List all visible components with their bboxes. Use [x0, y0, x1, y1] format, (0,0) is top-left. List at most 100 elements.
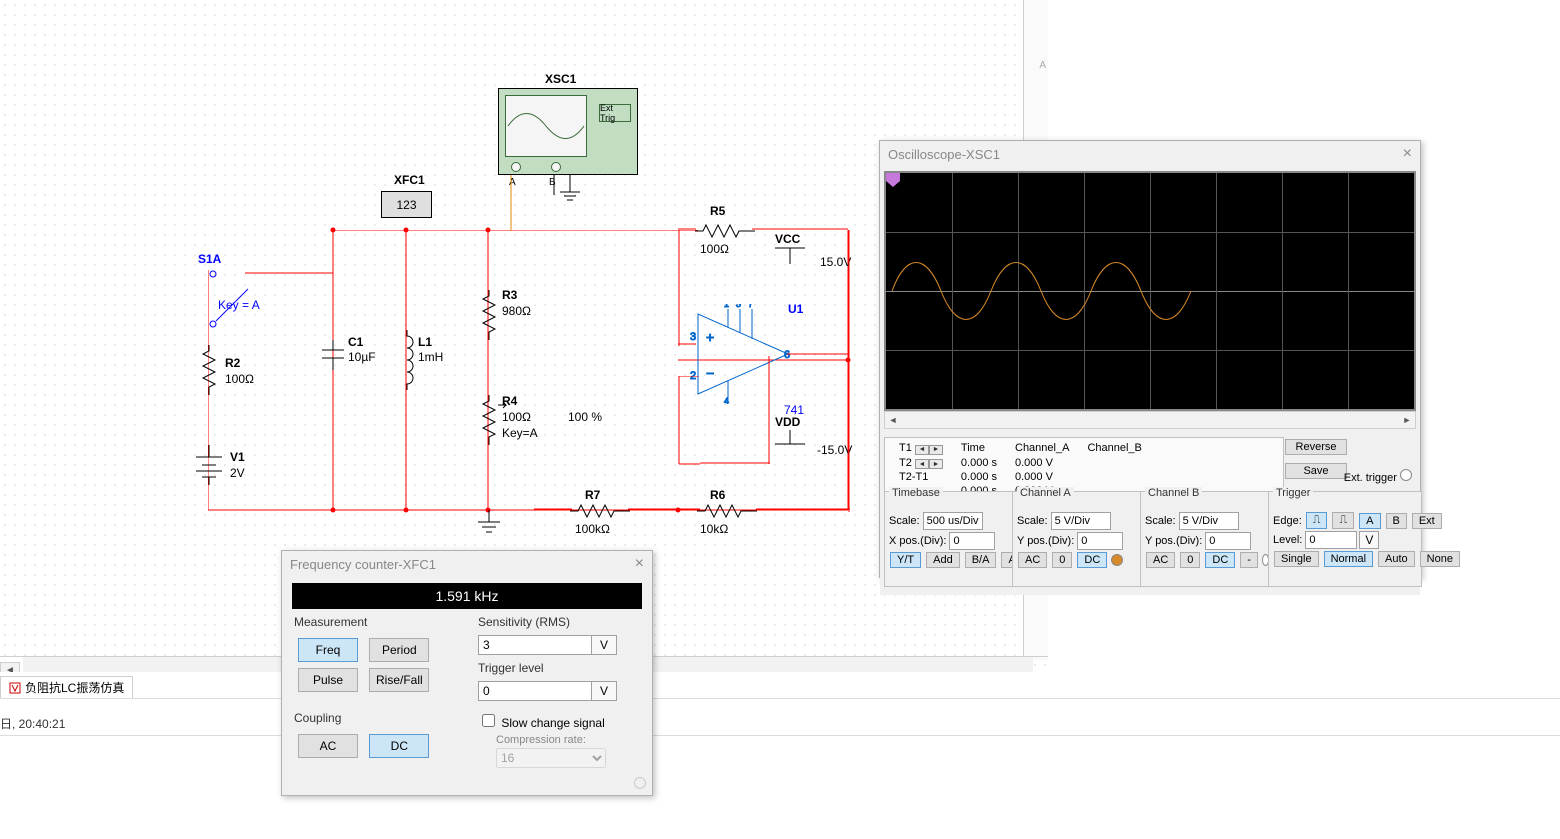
- resistor-r7[interactable]: [570, 502, 630, 520]
- wire-node: [404, 228, 409, 233]
- period-button[interactable]: Period: [369, 638, 429, 662]
- t2-spinner[interactable]: ◄: [915, 459, 929, 469]
- risefall-button[interactable]: Rise/Fall: [369, 668, 429, 692]
- ba-button[interactable]: B/A: [965, 552, 997, 568]
- t1-spinner[interactable]: ◄: [915, 445, 929, 455]
- save-button[interactable]: Save: [1285, 463, 1347, 479]
- scroll-left-icon[interactable]: ◄: [0, 662, 20, 673]
- c1-label: C1: [348, 335, 363, 349]
- ext-trigger-label: Ext. trigger: [1344, 469, 1412, 484]
- ext-trigger-radio[interactable]: [1400, 469, 1412, 481]
- trigger-auto-button[interactable]: Auto: [1378, 551, 1415, 567]
- u1-model: 741: [784, 403, 804, 417]
- design-tab[interactable]: 负阻抗LC振荡仿真: [0, 676, 133, 699]
- sensitivity-unit[interactable]: V: [591, 635, 617, 655]
- dialog-titlebar[interactable]: Frequency counter-XFC1 ×: [282, 551, 652, 577]
- r4-value: 100Ω: [502, 410, 531, 424]
- waveform-cha: [886, 173, 1416, 409]
- reverse-button[interactable]: Reverse: [1285, 439, 1347, 455]
- chb-ac-button[interactable]: AC: [1146, 552, 1175, 568]
- r4-label: R4: [502, 394, 517, 408]
- chb-legend: Channel B: [1145, 487, 1202, 499]
- scroll-left-icon[interactable]: ◄: [885, 415, 901, 425]
- trigger-normal-button[interactable]: Normal: [1324, 551, 1373, 567]
- cha-zero-button[interactable]: 0: [1052, 552, 1072, 568]
- timebase-scale-input[interactable]: [923, 512, 983, 530]
- timebase-xpos-input[interactable]: [949, 532, 995, 550]
- resistor-r3[interactable]: [480, 290, 498, 340]
- xsc-port-a[interactable]: [511, 162, 521, 172]
- close-icon[interactable]: ×: [635, 555, 644, 573]
- trigger-legend: Trigger: [1273, 487, 1313, 499]
- s1a-label: S1A: [198, 252, 221, 266]
- chb-minus-button[interactable]: -: [1240, 552, 1258, 568]
- slowchange-checkbox[interactable]: Slow change signal: [478, 716, 605, 730]
- compression-select: 16: [496, 748, 606, 768]
- capacitor-c1[interactable]: [322, 340, 344, 370]
- source-v1[interactable]: [196, 445, 222, 485]
- resistor-r6[interactable]: [697, 502, 757, 520]
- trigger-none-button[interactable]: None: [1420, 551, 1460, 567]
- cha-legend: Channel A: [1017, 487, 1074, 499]
- freq-reading: 1.591 kHz: [292, 583, 642, 609]
- trigger-ext-button[interactable]: Ext: [1412, 513, 1442, 529]
- freq-counter-instrument[interactable]: 123: [381, 191, 432, 218]
- cha-ac-button[interactable]: AC: [1018, 552, 1047, 568]
- trigger-b-button[interactable]: B: [1386, 513, 1407, 529]
- svg-text:−: −: [706, 365, 714, 381]
- sensitivity-input[interactable]: [478, 635, 592, 655]
- ruler-mark: A: [1039, 60, 1046, 71]
- trigger-level-unit[interactable]: V: [1359, 531, 1379, 549]
- cha-color-indicator[interactable]: [1111, 554, 1123, 566]
- oscilloscope-dialog[interactable]: Oscilloscope-XSC1 × ◄: [879, 140, 1421, 578]
- edge-rising-button[interactable]: ⎍: [1306, 512, 1328, 529]
- ext-trig-port: Ext Trig: [599, 104, 631, 122]
- vcc-rail: [775, 244, 805, 264]
- compression-label: Compression rate:: [496, 734, 648, 746]
- v1-label: V1: [230, 450, 245, 464]
- add-button[interactable]: Add: [926, 552, 960, 568]
- chb-scale-input[interactable]: [1179, 512, 1239, 530]
- resize-grip-icon[interactable]: [634, 777, 646, 789]
- l1-label: L1: [418, 335, 432, 349]
- chb-dc-button[interactable]: DC: [1205, 552, 1235, 568]
- oscilloscope-instrument[interactable]: Ext Trig A B: [498, 88, 638, 175]
- xsc-port-b[interactable]: [551, 162, 561, 172]
- dialog-title: Frequency counter-XFC1: [290, 557, 436, 572]
- trigger-level-input[interactable]: [1305, 531, 1357, 549]
- r5-value: 100Ω: [700, 242, 729, 256]
- trigger-single-button[interactable]: Single: [1274, 551, 1319, 567]
- status-bar-time: 日, 20:40:21: [0, 715, 65, 732]
- coupling-label: Coupling: [294, 711, 464, 725]
- svg-text:5: 5: [736, 304, 741, 309]
- freq-counter-dialog[interactable]: Frequency counter-XFC1 × 1.591 kHz Measu…: [281, 550, 653, 796]
- inductor-l1[interactable]: [398, 330, 416, 390]
- scroll-right-icon[interactable]: ►: [1399, 415, 1415, 425]
- close-icon[interactable]: ×: [1403, 145, 1412, 163]
- dialog-titlebar[interactable]: Oscilloscope-XSC1 ×: [880, 141, 1420, 167]
- svg-text:7: 7: [748, 304, 753, 309]
- cha-dc-button[interactable]: DC: [1077, 552, 1107, 568]
- ac-coupling-button[interactable]: AC: [298, 734, 358, 758]
- chb-zero-button[interactable]: 0: [1180, 552, 1200, 568]
- svg-text:4: 4: [724, 396, 729, 404]
- resistor-r5[interactable]: [695, 222, 755, 240]
- freq-button[interactable]: Freq: [298, 638, 358, 662]
- l1-value: 1mH: [418, 350, 443, 364]
- scope-screen[interactable]: [884, 171, 1416, 411]
- chb-ypos-input[interactable]: [1205, 532, 1251, 550]
- trigger-unit[interactable]: V: [591, 681, 617, 701]
- cha-ypos-input[interactable]: [1077, 532, 1123, 550]
- edge-falling-button[interactable]: ⎍: [1332, 512, 1354, 529]
- resistor-r2[interactable]: [200, 345, 218, 395]
- trigger-level-input[interactable]: [478, 681, 592, 701]
- pulse-button[interactable]: Pulse: [298, 668, 358, 692]
- cha-scale-input[interactable]: [1051, 512, 1111, 530]
- scope-scrollbar[interactable]: ◄ ►: [884, 411, 1416, 429]
- c1-value: 10µF: [348, 350, 376, 364]
- dc-coupling-button[interactable]: DC: [369, 734, 429, 758]
- tab-strip: 负阻抗LC振荡仿真: [0, 676, 133, 696]
- trigger-a-button[interactable]: A: [1359, 513, 1380, 529]
- xfc1-label: XFC1: [394, 173, 425, 187]
- yt-button[interactable]: Y/T: [890, 552, 921, 568]
